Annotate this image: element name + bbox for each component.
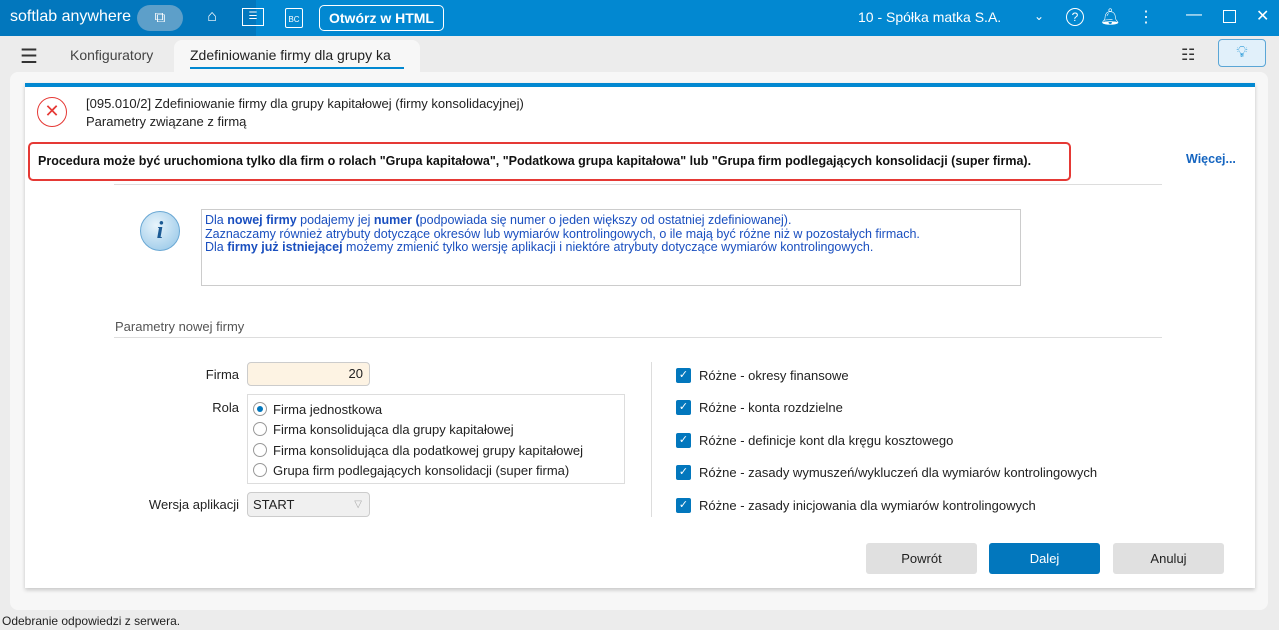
info-line-1: Dla nowej firmy podajemy jej numer (podp…: [205, 213, 1017, 228]
check-okresy[interactable]: ✓ Różne - okresy finansowe: [676, 366, 849, 384]
radio-super-firma[interactable]: Grupa firm podlegających konsolidacji (s…: [253, 460, 569, 480]
radio-circle[interactable]: [253, 443, 267, 457]
tab-underline: [190, 67, 404, 69]
radio-circle[interactable]: [253, 402, 267, 416]
info-icon: i: [140, 211, 180, 251]
checkbox-checked-icon[interactable]: ✓: [676, 399, 691, 415]
bc-icon[interactable]: BC: [285, 8, 303, 28]
tab-konfiguratory[interactable]: Konfiguratory: [70, 40, 153, 72]
chevron-down-icon[interactable]: ⌄: [1034, 9, 1044, 23]
radio-label: Firma konsolidująca dla grupy kapitałowe…: [273, 421, 514, 437]
radio-konsolidujaca[interactable]: Firma konsolidująca dla grupy kapitałowe…: [253, 419, 514, 439]
radio-label: Firma konsolidująca dla podatkowej grupy…: [273, 442, 584, 458]
info-line-2: Zaznaczamy również atrybuty dotyczące ok…: [205, 226, 920, 241]
help-icon[interactable]: ?: [1066, 8, 1084, 26]
title-bar: softlab anywhere ⧉ ⌂ ☰ BC Otwórz w HTML …: [0, 0, 1279, 36]
checkbox-label: Różne - okresy finansowe: [699, 367, 849, 383]
minimize-icon[interactable]: —: [1186, 6, 1202, 24]
info-bold: firmy już istniejącej: [227, 240, 343, 254]
check-definicje[interactable]: ✓ Różne - definicje kont dla kręgu koszto…: [676, 431, 953, 449]
checkbox-label: Różne - zasady inicjowania dla wymiarów …: [699, 497, 1036, 513]
back-button[interactable]: Powrót: [866, 543, 977, 574]
list-icon[interactable]: ☷: [1181, 45, 1195, 65]
wersja-value: START: [253, 497, 295, 512]
close-icon[interactable]: ✕: [1256, 6, 1269, 26]
cancel-button[interactable]: Anuluj: [1113, 543, 1224, 574]
maximize-icon[interactable]: [1223, 10, 1236, 23]
check-inicjowanie[interactable]: ✓ Różne - zasady inicjowania dla wymiarów…: [676, 496, 1036, 514]
radio-firma-jednostkowa[interactable]: Firma jednostkowa: [253, 399, 382, 419]
column-divider: [651, 362, 652, 517]
radio-label: Grupa firm podlegających konsolidacji (s…: [273, 462, 570, 478]
info-text: podpowiada się numer o jeden większy od …: [419, 213, 792, 227]
open-html-button[interactable]: Otwórz w HTML: [319, 5, 444, 31]
info-bold: numer (: [373, 213, 420, 227]
firma-input[interactable]: 20: [247, 362, 370, 386]
dialog-subtitle: Parametry związane z firmą: [86, 114, 247, 129]
section-title: Parametry nowej firmy: [115, 319, 245, 334]
checkbox-checked-icon[interactable]: ✓: [676, 367, 691, 383]
radio-label: Firma jednostkowa: [273, 401, 383, 417]
status-bar-text: Odebranie odpowiedzi z serwera.: [2, 614, 181, 628]
info-text: możemy zmienić tylko wersję aplikacji i …: [342, 240, 874, 254]
section-divider: [114, 337, 1162, 338]
check-konta[interactable]: ✓ Różne - konta rozdzielne: [676, 398, 843, 416]
error-icon: ✕: [37, 97, 67, 127]
more-link[interactable]: Więcej...: [1186, 152, 1236, 166]
news-icon[interactable]: ☰: [242, 8, 264, 26]
bell-icon[interactable]: 🔔︎: [1100, 7, 1120, 27]
checkbox-label: Różne - zasady wymuszeń/wykluczeń dla wy…: [699, 464, 1098, 480]
info-text: Dla: [205, 213, 228, 227]
info-text: podajemy jej: [296, 213, 374, 227]
wersja-select[interactable]: START ▽: [247, 492, 370, 517]
app-brand: softlab anywhere: [10, 8, 131, 25]
info-line-3: Dla firmy już istniejącej możemy zmienić…: [205, 240, 1017, 255]
next-button[interactable]: Dalej: [989, 543, 1100, 574]
home-icon[interactable]: ⌂: [201, 8, 223, 26]
warning-message: Procedura może być uruchomiona tylko dla…: [28, 142, 1071, 181]
menu-icon[interactable]: ☰: [20, 44, 38, 69]
info-bold: nowej firmy: [227, 213, 297, 227]
switch-button[interactable]: ⧉: [137, 5, 183, 31]
tab-label: Zdefiniowanie firmy dla grupy ka: [190, 47, 391, 63]
tab-zdefiniowanie[interactable]: Zdefiniowanie firmy dla grupy ka: [174, 40, 420, 72]
info-box: Dla nowej firmy podajemy jej numer (podp…: [201, 209, 1021, 286]
lightbulb-button[interactable]: 💡︎: [1218, 39, 1266, 67]
tab-bar: ☰ Konfiguratory Zdefiniowanie firmy dla …: [0, 36, 1279, 72]
wersja-label: Wersja aplikacji: [148, 497, 239, 512]
firma-label: Firma: [205, 367, 239, 382]
rola-label: Rola: [212, 400, 239, 415]
info-text: Dla: [205, 240, 228, 254]
checkbox-label: Różne - konta rozdzielne: [699, 399, 843, 415]
check-wymuszenia[interactable]: ✓ Różne - zasady wymuszeń/wykluczeń dla w…: [676, 463, 1097, 481]
dialog-title: [095.010/2] Zdefiniowanie firmy dla grup…: [86, 96, 524, 111]
more-icon[interactable]: ⋮: [1138, 7, 1154, 27]
checkbox-checked-icon[interactable]: ✓: [676, 464, 691, 480]
radio-circle[interactable]: [253, 422, 267, 436]
role-radio-group: Firma jednostkowa Firma konsolidująca dl…: [247, 394, 625, 484]
divider: [114, 184, 1162, 185]
checkbox-label: Różne - definicje kont dla kręgu kosztow…: [699, 432, 954, 448]
checkbox-checked-icon[interactable]: ✓: [676, 432, 691, 448]
checkbox-checked-icon[interactable]: ✓: [676, 497, 691, 513]
company-selector[interactable]: 10 - Spółka matka S.A.: [858, 9, 1001, 25]
radio-podatkowa[interactable]: Firma konsolidująca dla podatkowej grupy…: [253, 440, 583, 460]
chevron-down-icon: ▽: [354, 499, 362, 510]
radio-circle[interactable]: [253, 463, 267, 477]
